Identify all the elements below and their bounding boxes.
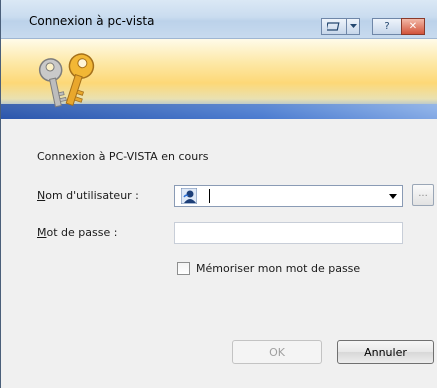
username-label: Nom d'utilisateur :	[37, 189, 139, 202]
username-dropdown-button[interactable]	[384, 186, 402, 206]
text-cursor	[209, 189, 210, 203]
remember-password-checkbox[interactable]	[177, 262, 190, 275]
window-title: Connexion à pc-vista	[29, 14, 155, 28]
username-label-accel: N	[37, 189, 46, 202]
username-combobox[interactable]	[174, 185, 403, 207]
password-field[interactable]	[174, 222, 403, 244]
window-switch-icon	[327, 21, 340, 31]
cancel-button[interactable]: Annuler	[337, 340, 434, 364]
window-switch-button[interactable]	[321, 18, 347, 35]
password-label-accel: M	[37, 226, 47, 239]
connection-dialog: Connexion à pc-vista ? ✕ Connexion à PC-…	[0, 0, 437, 388]
close-icon: ✕	[408, 21, 418, 32]
title-bar[interactable]: Connexion à pc-vista ? ✕	[1, 0, 437, 39]
user-account-icon	[181, 188, 197, 204]
close-button[interactable]: ✕	[401, 18, 425, 35]
dropdown-arrow-icon	[349, 24, 357, 28]
dialog-body: Connexion à PC-VISTA en cours Nom d'util…	[1, 120, 437, 388]
dropdown-button[interactable]	[346, 18, 360, 35]
password-label: Mot de passe :	[37, 226, 117, 239]
remember-password-label[interactable]: Mémoriser mon mot de passe	[196, 262, 360, 275]
ok-button[interactable]: OK	[232, 340, 322, 364]
chevron-down-icon	[389, 193, 397, 199]
browse-users-button[interactable]: ...	[412, 184, 434, 206]
help-button[interactable]: ?	[372, 18, 402, 35]
password-label-text: ot de passe :	[46, 226, 118, 239]
connection-status: Connexion à PC-VISTA en cours	[37, 150, 209, 163]
remember-password-option[interactable]: Mémoriser mon mot de passe	[177, 262, 360, 275]
username-label-text: om d'utilisateur :	[45, 189, 139, 202]
title-bar-buttons: ? ✕	[321, 18, 425, 36]
help-icon: ?	[384, 21, 390, 32]
keys-icon	[38, 53, 95, 108]
